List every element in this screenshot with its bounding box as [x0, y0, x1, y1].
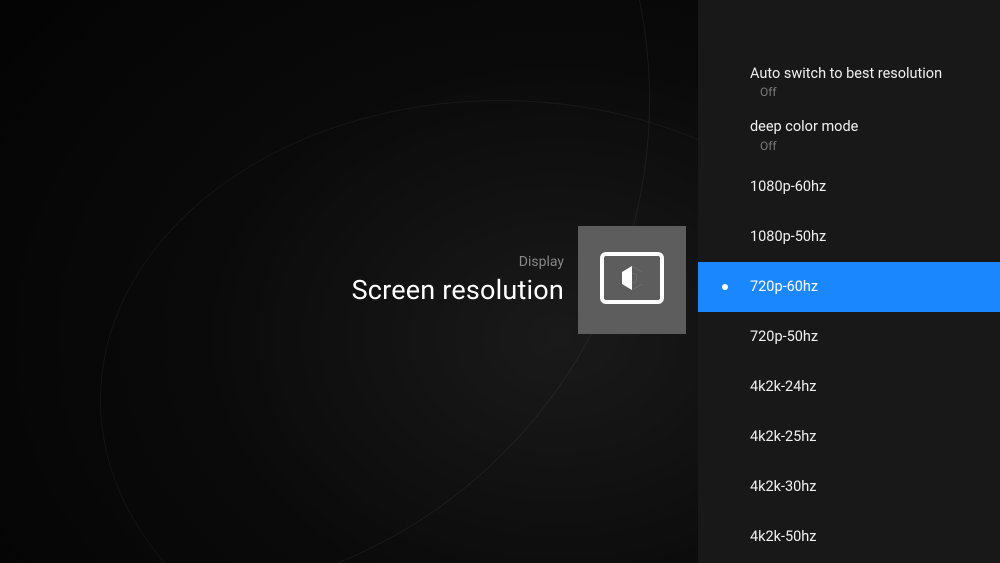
- resolution-option[interactable]: 4k2k-24hz: [698, 362, 1000, 412]
- header-text: Display Screen resolution: [352, 254, 564, 306]
- selected-indicator-icon: [722, 284, 728, 290]
- resolution-label: 4k2k-24hz: [750, 378, 816, 395]
- resolution-option[interactable]: 4k2k-50hz: [698, 512, 1000, 562]
- toggle-auto-switch-resolution[interactable]: Auto switch to best resolution Off: [698, 55, 1000, 108]
- resolution-option[interactable]: 1080p-60hz: [698, 162, 1000, 212]
- resolution-label: 1080p-50hz: [750, 228, 826, 245]
- resolution-option[interactable]: 720p-60hz: [698, 262, 1000, 312]
- resolution-option[interactable]: 720p-50hz: [698, 312, 1000, 362]
- resolution-label: 1080p-60hz: [750, 178, 826, 195]
- resolution-label: 4k2k-25hz: [750, 428, 816, 445]
- resolution-label: 720p-50hz: [750, 328, 818, 345]
- toggle-value: Off: [760, 85, 1000, 99]
- resolution-option[interactable]: 1080p-50hz: [698, 212, 1000, 262]
- resolution-label: 720p-60hz: [750, 278, 818, 295]
- display-brightness-icon: [600, 252, 664, 308]
- toggle-value: Off: [760, 139, 1000, 153]
- main-background: Display Screen resolution: [0, 0, 698, 563]
- resolution-option[interactable]: 4k2k-25hz: [698, 412, 1000, 462]
- display-icon-tile: [578, 226, 686, 334]
- toggle-deep-color-mode[interactable]: deep color mode Off: [698, 108, 1000, 161]
- breadcrumb: Display: [519, 254, 564, 270]
- resolution-label: 4k2k-30hz: [750, 478, 816, 495]
- toggle-label: Auto switch to best resolution: [750, 64, 1000, 84]
- resolution-list: 1080p-60hz 1080p-50hz 720p-60hz 720p-50hz 4k…: [698, 162, 1000, 562]
- resolution-label: 4k2k-50hz: [750, 528, 816, 545]
- page-title: Screen resolution: [352, 274, 564, 306]
- settings-panel: Auto switch to best resolution Off deep …: [698, 0, 1000, 563]
- header-block: Display Screen resolution: [352, 226, 686, 334]
- toggle-label: deep color mode: [750, 117, 1000, 137]
- resolution-option[interactable]: 4k2k-30hz: [698, 462, 1000, 512]
